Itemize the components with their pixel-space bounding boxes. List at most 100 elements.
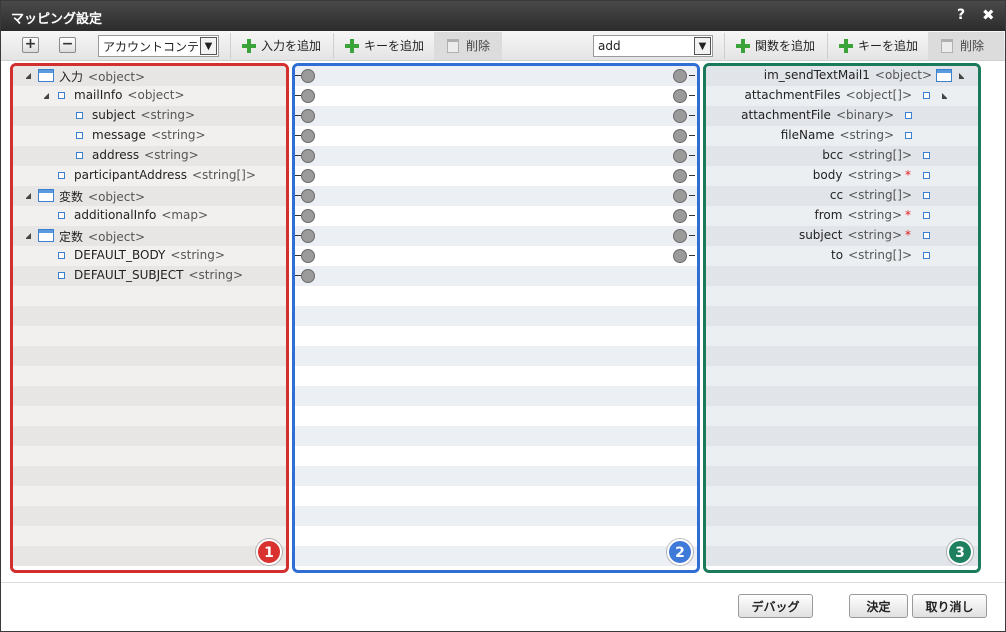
connector-line	[689, 215, 695, 216]
input-tree-row	[13, 526, 286, 546]
input-port-handle[interactable]	[301, 269, 315, 283]
right-add-key-button[interactable]: キーを追加	[839, 33, 918, 58]
output-port-handle[interactable]	[673, 149, 687, 163]
input-tree-row[interactable]: subject <string>	[13, 106, 286, 126]
field-icon	[923, 172, 930, 179]
cancel-button[interactable]: 取り消し	[912, 594, 987, 618]
required-marker: *	[905, 228, 911, 242]
expand-toggle-icon[interactable]	[25, 193, 31, 199]
input-tree-row[interactable]: mailInfo <object>	[13, 86, 286, 106]
output-tree-row-label: attachmentFile <binary>	[741, 108, 894, 122]
expand-toggle-icon[interactable]	[942, 93, 948, 99]
collapse-all-button[interactable]: −	[59, 37, 76, 53]
input-tree-row[interactable]: DEFAULT_BODY <string>	[13, 246, 286, 266]
output-tree-row	[706, 486, 978, 506]
input-tree-row[interactable]: DEFAULT_SUBJECT <string>	[13, 266, 286, 286]
expand-all-button[interactable]: +	[22, 37, 39, 53]
output-tree-row[interactable]: cc <string[]>	[706, 186, 978, 206]
input-tree-row	[13, 406, 286, 426]
delete-button[interactable]: 削除	[447, 33, 490, 58]
right-add-key-label: キーを追加	[858, 39, 919, 53]
input-port-handle[interactable]	[301, 229, 315, 243]
connector-line	[689, 175, 695, 176]
right-delete-button[interactable]: 削除	[941, 33, 984, 58]
input-port-handle[interactable]	[301, 189, 315, 203]
mapping-canvas-row	[295, 506, 697, 526]
expand-toggle-icon[interactable]	[959, 73, 965, 79]
debug-button[interactable]: デバッグ	[738, 594, 813, 618]
output-port-handle[interactable]	[673, 129, 687, 143]
output-tree-row[interactable]: im_sendTextMail1 <object>	[706, 66, 978, 86]
mapping-canvas-panel[interactable]: 2	[292, 63, 700, 573]
input-port-handle[interactable]	[301, 149, 315, 163]
input-port-handle[interactable]	[301, 109, 315, 123]
input-tree-row[interactable]: message <string>	[13, 126, 286, 146]
input-tree-row[interactable]: participantAddress <string[]>	[13, 166, 286, 186]
add-key-button[interactable]: キーを追加	[345, 33, 424, 58]
output-port-handle[interactable]	[673, 249, 687, 263]
field-icon	[76, 112, 83, 119]
field-type: <string>	[188, 268, 244, 282]
input-port-handle[interactable]	[301, 89, 315, 103]
add-function-label: 関数を追加	[755, 39, 816, 53]
delete-label: 削除	[466, 39, 491, 53]
output-port-handle[interactable]	[673, 189, 687, 203]
input-tree-row-label: additionalInfo <map>	[74, 208, 208, 222]
add-input-label: 入力を追加	[261, 39, 322, 53]
mapping-canvas-row	[295, 86, 697, 106]
input-tree-row	[13, 546, 286, 566]
input-tree-row-label: message <string>	[92, 128, 206, 142]
expand-toggle-icon[interactable]	[43, 93, 49, 99]
input-tree-row[interactable]: 入力 <object>	[13, 66, 286, 86]
mapping-canvas-row	[295, 546, 697, 566]
input-port-handle[interactable]	[301, 169, 315, 183]
mapping-canvas-row	[295, 186, 697, 206]
output-tree-row	[706, 406, 978, 426]
output-port-handle[interactable]	[673, 169, 687, 183]
input-port-handle[interactable]	[301, 69, 315, 83]
field-name: subject	[92, 108, 136, 122]
left-source-select[interactable]: アカウントコンテ ▼	[98, 35, 219, 57]
output-tree-row-label: from <string>	[815, 208, 903, 222]
output-port-handle[interactable]	[673, 69, 687, 83]
mapping-canvas-row	[295, 226, 697, 246]
expand-toggle-icon[interactable]	[25, 73, 31, 79]
output-port-handle[interactable]	[673, 209, 687, 223]
chevron-down-icon: ▼	[200, 37, 217, 55]
help-icon[interactable]: ?	[957, 7, 965, 23]
output-tree-row	[706, 366, 978, 386]
close-icon[interactable]: ✖	[982, 6, 995, 24]
input-port-handle[interactable]	[301, 209, 315, 223]
output-tree-row[interactable]: attachmentFile <binary>	[706, 106, 978, 126]
input-port-handle[interactable]	[301, 249, 315, 263]
output-tree-row[interactable]: body <string> *	[706, 166, 978, 186]
function-select[interactable]: add ▼	[593, 35, 713, 57]
input-tree-row[interactable]: address <string>	[13, 146, 286, 166]
output-tree-row[interactable]: subject <string> *	[706, 226, 978, 246]
output-tree-row[interactable]: from <string> *	[706, 206, 978, 226]
input-tree-row[interactable]: 変数 <object>	[13, 186, 286, 206]
input-tree-row	[13, 326, 286, 346]
plus-icon	[839, 38, 853, 53]
ok-button[interactable]: 決定	[849, 594, 908, 618]
input-tree-row[interactable]: 定数 <object>	[13, 226, 286, 246]
input-tree-row	[13, 366, 286, 386]
output-port-handle[interactable]	[673, 89, 687, 103]
add-input-button[interactable]: 入力を追加	[242, 33, 321, 58]
panel-number-badge: 1	[256, 539, 282, 565]
plus-icon	[736, 38, 750, 53]
input-port-handle[interactable]	[301, 129, 315, 143]
input-tree-row-label: DEFAULT_SUBJECT <string>	[74, 268, 243, 282]
output-tree-row[interactable]: fileName <string>	[706, 126, 978, 146]
required-marker: *	[905, 208, 911, 222]
expand-toggle-icon[interactable]	[25, 233, 31, 239]
input-tree-row[interactable]: additionalInfo <map>	[13, 206, 286, 226]
output-tree-row[interactable]: to <string[]>	[706, 246, 978, 266]
output-port-handle[interactable]	[673, 109, 687, 123]
output-port-handle[interactable]	[673, 229, 687, 243]
add-function-button[interactable]: 関数を追加	[736, 33, 815, 58]
output-tree-row[interactable]: attachmentFiles <object[]>	[706, 86, 978, 106]
output-tree-row[interactable]: bcc <string[]>	[706, 146, 978, 166]
mapping-canvas-row	[295, 426, 697, 446]
trash-icon	[941, 38, 953, 53]
